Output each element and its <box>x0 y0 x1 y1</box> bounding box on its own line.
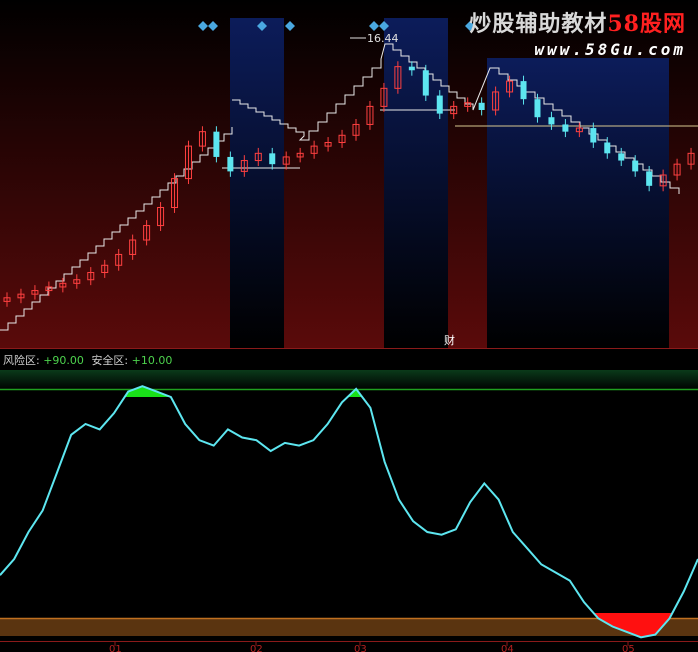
blue-zone-2 <box>384 18 448 348</box>
finance-marker: 财 <box>444 333 455 347</box>
candle-body-down <box>422 70 429 96</box>
x-tick-label: 01 <box>109 644 122 652</box>
blue-zone-3 <box>487 58 669 348</box>
candle-body-down <box>562 124 569 132</box>
x-tick-label: 03 <box>354 644 367 652</box>
indicator-legend: 风险区: +90.00 安全区: +10.00 <box>3 352 172 368</box>
candle-body-down <box>478 102 485 110</box>
x-tick-label: 04 <box>501 644 514 652</box>
x-tick-label: 05 <box>622 644 635 652</box>
candle-body-down <box>436 95 443 114</box>
candle-body-down <box>618 153 625 161</box>
x-tick-label: 02 <box>250 644 263 652</box>
peak-annotation: 16.44 <box>367 32 399 45</box>
candle-body-down <box>646 171 653 186</box>
candle-body-down <box>269 153 276 165</box>
safe-label: 安全区: <box>91 354 129 367</box>
watermark: 炒股辅助教材58股网 www.58Gu.com <box>469 6 686 59</box>
x-ticks: 01 02 03 04 05 <box>109 641 635 652</box>
safe-value: +10.00 <box>131 354 173 367</box>
candle-body-down <box>534 99 541 118</box>
risk-label: 风险区: <box>3 354 40 367</box>
watermark-url: www.58Gu.com <box>534 40 686 59</box>
watermark-title: 炒股辅助教材58股网 <box>469 6 686 38</box>
watermark-brand: 58股网 <box>607 11 686 37</box>
candle-body-down <box>520 81 527 100</box>
stock-chart: 16.44 财 01 02 03 04 05 <box>0 0 698 652</box>
oscillator-line <box>0 385 698 639</box>
candle-body-down <box>590 128 597 143</box>
candle-body-down <box>408 66 415 71</box>
candle-body-down <box>227 156 234 172</box>
risk-zone-band <box>0 370 698 390</box>
chart-root: 16.44 财 01 02 03 04 05 炒股辅助教材58股网 www.58Gu.c… <box>0 0 698 652</box>
candle-body-down <box>604 142 611 154</box>
watermark-title-text: 炒股辅助教材 <box>469 11 608 37</box>
candle-body-down <box>548 117 555 125</box>
risk-value: +90.00 <box>43 354 84 367</box>
candle-body-down <box>632 160 639 172</box>
blue-zone-1 <box>230 18 284 348</box>
safe-zone-band <box>0 618 698 636</box>
candle-body-down <box>213 131 220 157</box>
